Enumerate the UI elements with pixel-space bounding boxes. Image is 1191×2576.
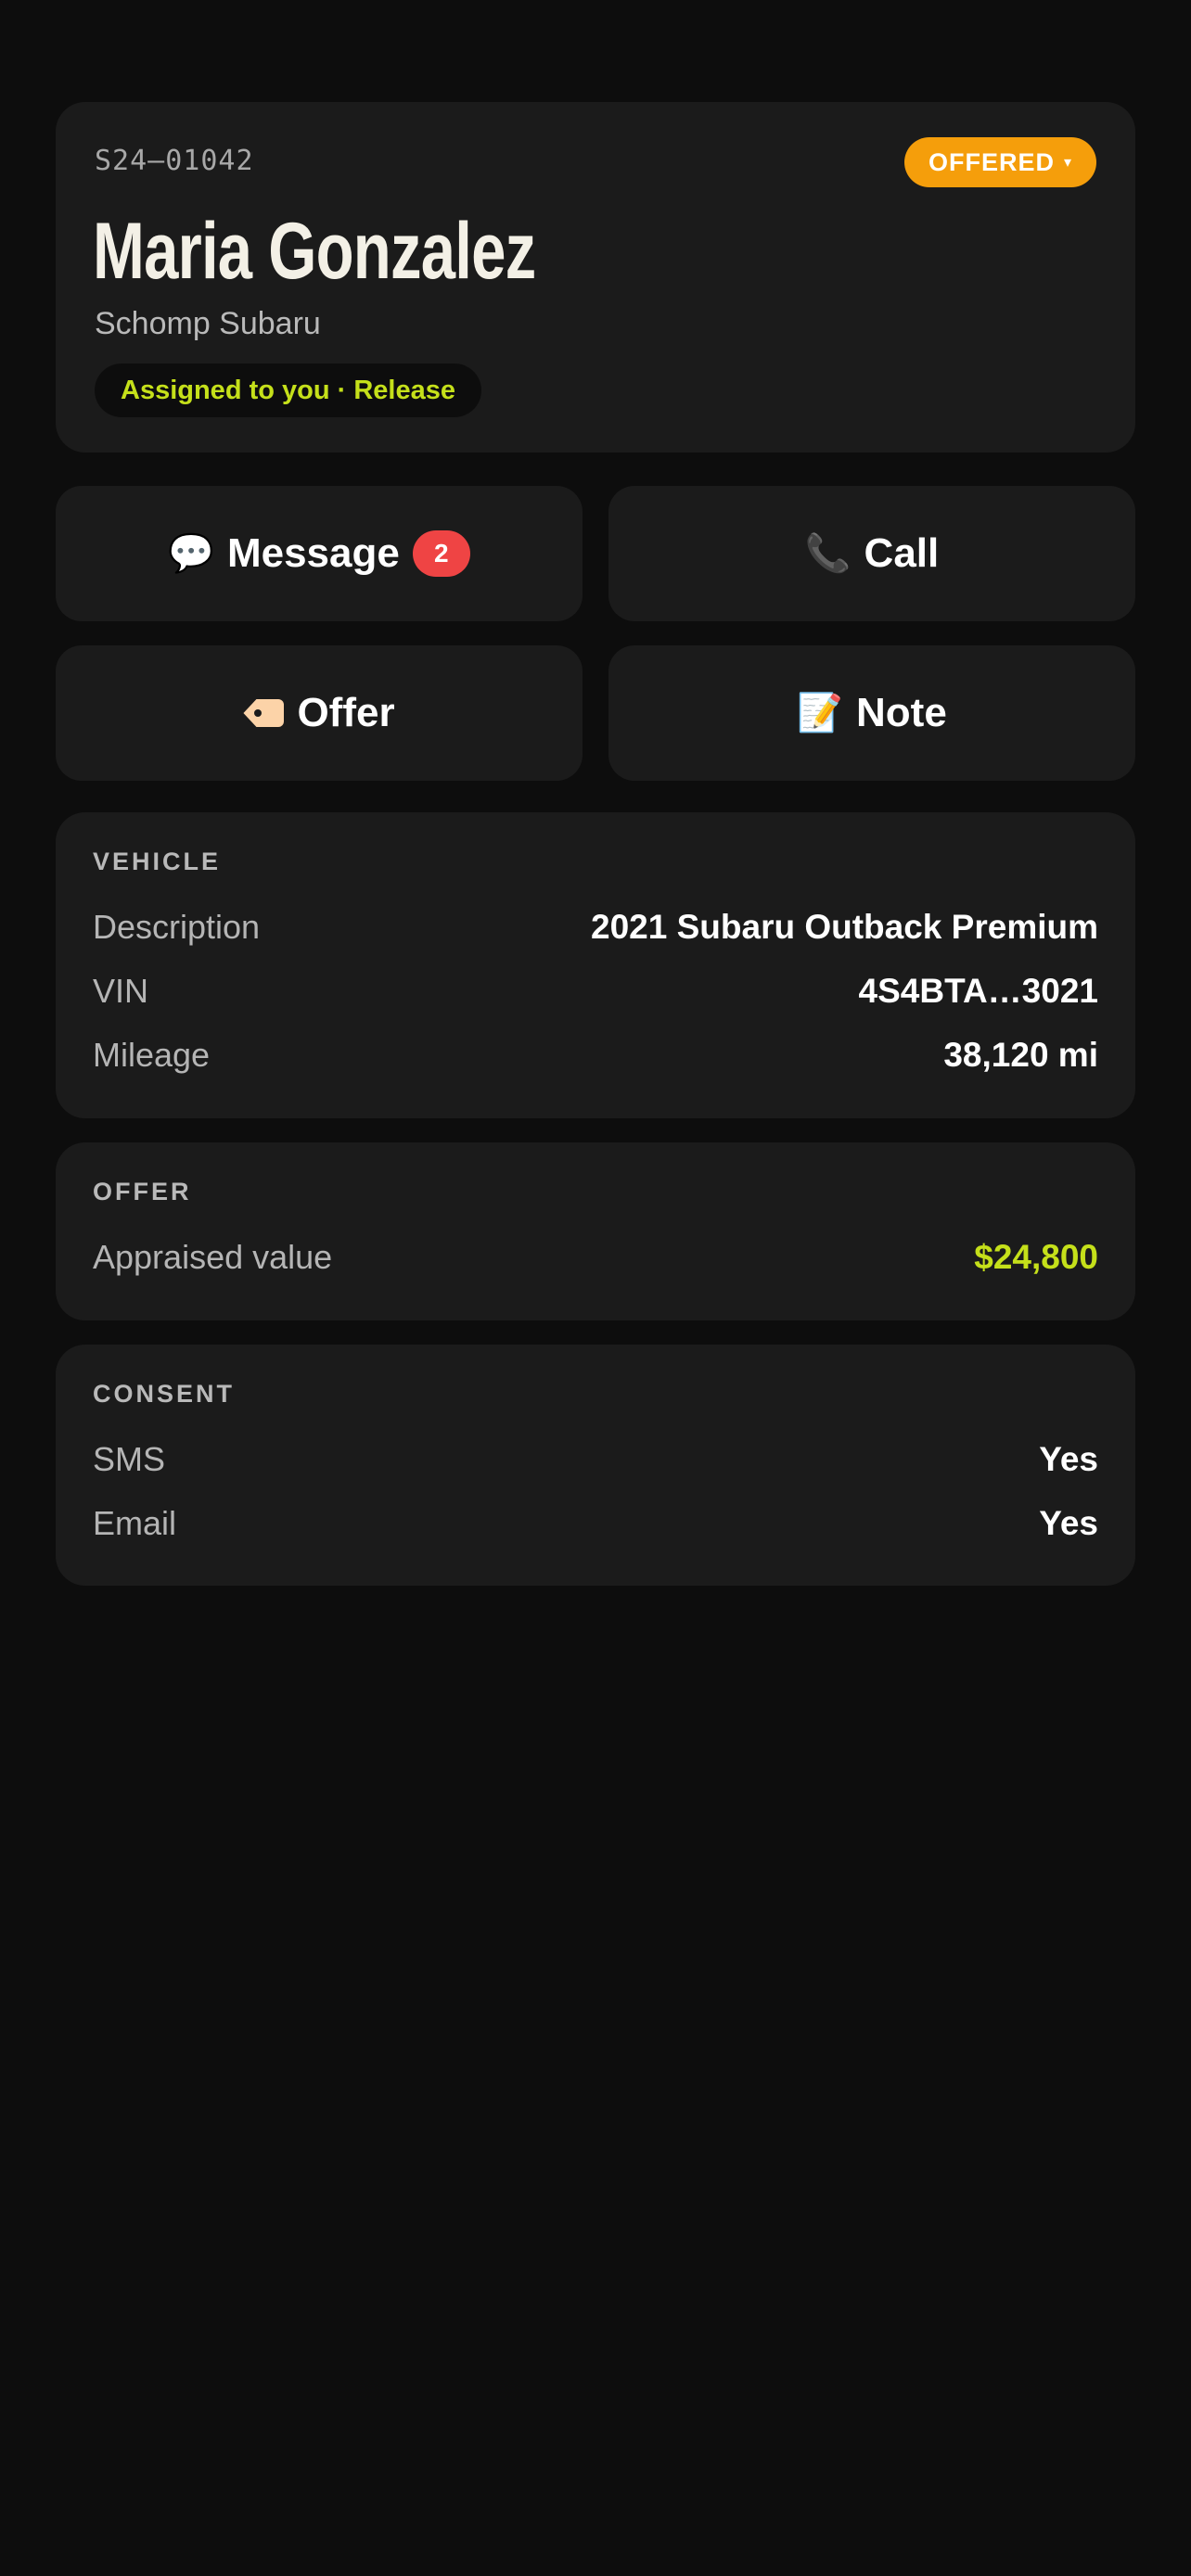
detail-value: Yes	[1039, 1504, 1098, 1542]
vehicle-section: VEHICLE Description 2021 Subaru Outback …	[56, 812, 1135, 1118]
tag-icon	[243, 699, 285, 727]
call-button-label: Call	[864, 530, 940, 576]
consent-section: CONSENT SMS Yes Email Yes	[56, 1345, 1135, 1586]
detail-row: SMS Yes	[93, 1437, 1098, 1482]
lead-header-card: S24–01042 OFFERED ▾ Maria Gonzalez Schom…	[56, 102, 1135, 453]
detail-label: VIN	[93, 972, 149, 1010]
lead-reference-id: S24–01042	[95, 145, 254, 177]
detail-value: 38,120 mi	[943, 1036, 1098, 1074]
detail-label: Description	[93, 908, 261, 946]
detail-row: VIN 4S4BTA…3021	[93, 969, 1098, 1014]
detail-value: Yes	[1039, 1440, 1098, 1478]
call-button[interactable]: 📞 Call	[608, 486, 1135, 621]
note-button-label: Note	[856, 690, 947, 735]
detail-value: 4S4BTA…3021	[858, 972, 1098, 1010]
assignment-release-button[interactable]: Assigned to you · Release	[95, 363, 481, 417]
section-title: CONSENT	[93, 1380, 236, 1408]
status-dropdown[interactable]: OFFERED ▾	[903, 137, 1096, 187]
chevron-down-icon: ▾	[1063, 155, 1072, 171]
detail-label: Appraised value	[93, 1238, 333, 1276]
phone-icon: 📞	[804, 533, 852, 574]
offer-section: OFFER Appraised value $24,800	[56, 1142, 1135, 1320]
detail-row: Description 2021 Subaru Outback Premium	[93, 905, 1098, 950]
memo-icon: 📝	[797, 693, 844, 733]
unread-count-badge: 2	[412, 530, 470, 577]
detail-row: Appraised value $24,800	[93, 1235, 1098, 1280]
detail-label: SMS	[93, 1440, 166, 1478]
message-button[interactable]: 💬 Message 2	[56, 486, 583, 621]
status-label: OFFERED	[928, 147, 1055, 176]
offer-button-label: Offer	[297, 690, 395, 735]
dealer-name: Schomp Subaru	[95, 306, 321, 341]
appraised-value: $24,800	[974, 1238, 1098, 1276]
detail-value: 2021 Subaru Outback Premium	[591, 908, 1098, 946]
note-button[interactable]: 📝 Note	[608, 645, 1135, 781]
offer-button[interactable]: Offer	[56, 645, 583, 781]
detail-row: Mileage 38,120 mi	[93, 1033, 1098, 1078]
customer-name: Maria Gonzalez	[93, 207, 536, 296]
section-title: VEHICLE	[93, 848, 222, 875]
message-button-label: Message	[226, 530, 400, 576]
detail-row: Email Yes	[93, 1501, 1098, 1546]
speech-bubble-icon: 💬	[168, 533, 214, 574]
section-title: OFFER	[93, 1178, 192, 1205]
detail-label: Mileage	[93, 1036, 211, 1074]
detail-label: Email	[93, 1504, 177, 1542]
